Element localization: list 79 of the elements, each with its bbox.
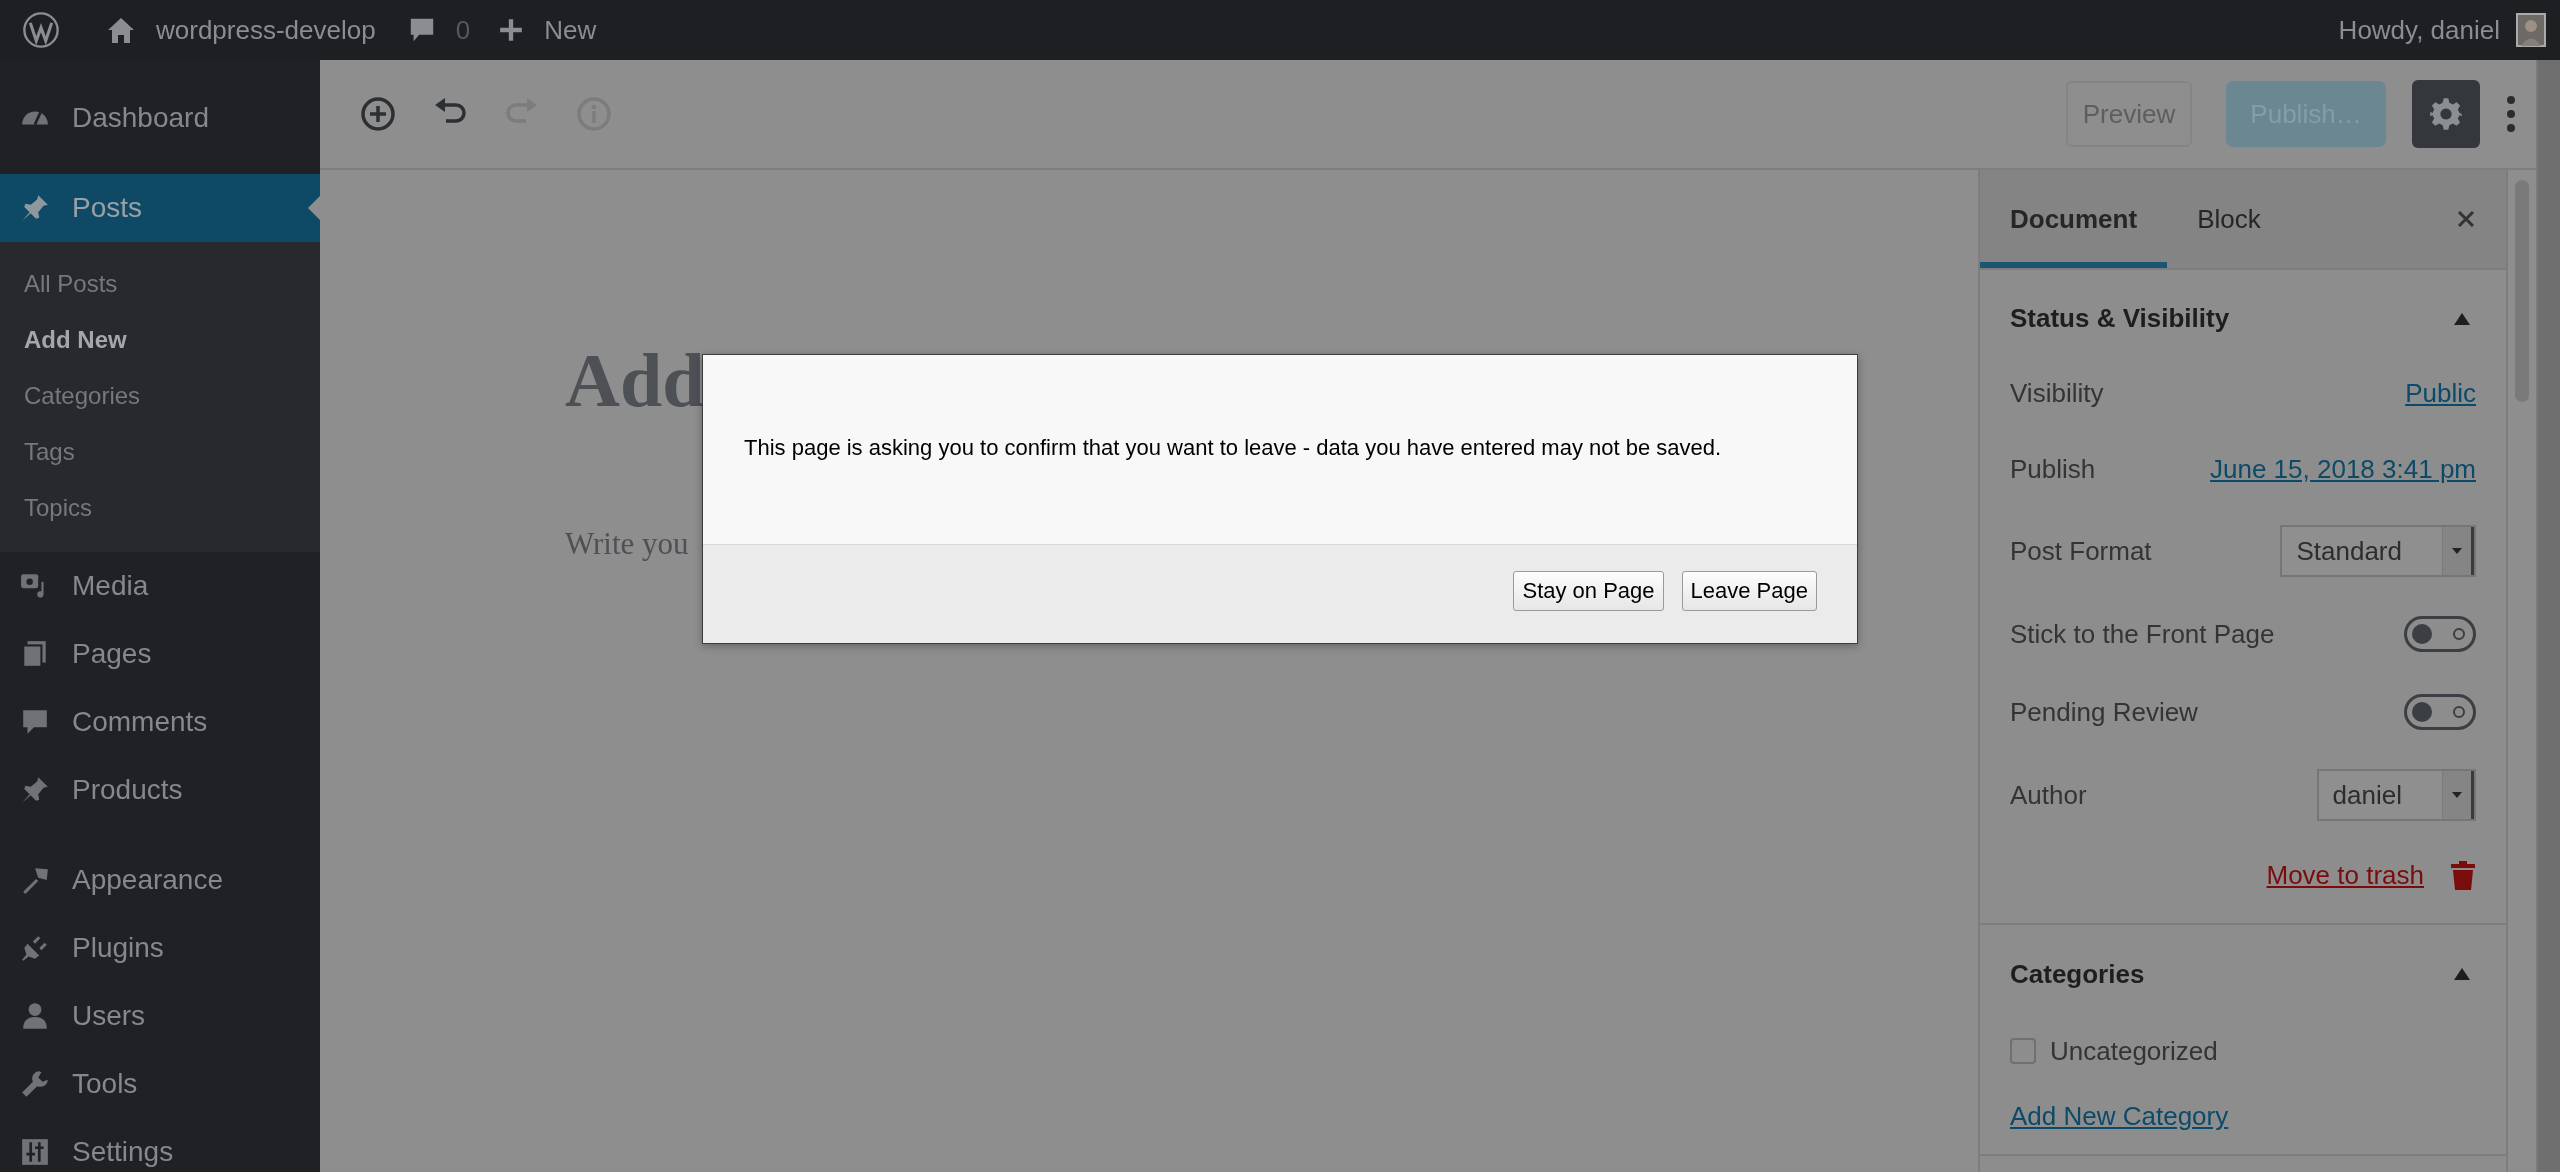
pushpin-icon — [20, 193, 50, 223]
menu-label: Posts — [72, 192, 143, 224]
setting-label: Publish — [2010, 453, 2096, 485]
menu-label: Media — [72, 570, 149, 602]
pushpin-icon — [20, 775, 50, 805]
submenu-item[interactable]: Add New — [0, 312, 320, 368]
dropdown[interactable]: daniel — [2316, 769, 2476, 821]
add-category-link[interactable]: Add New Category — [2010, 1101, 2229, 1132]
post-body-placeholder[interactable]: Write you — [565, 526, 689, 562]
site-name-link[interactable]: wordpress-develop — [156, 14, 376, 46]
menu-label: Comments — [72, 706, 208, 738]
submenu-item[interactable]: All Posts — [0, 256, 320, 312]
setting-link[interactable]: Public — [2405, 377, 2476, 409]
collapse-icon[interactable] — [2454, 312, 2470, 325]
move-to-trash-link[interactable]: Move to trash — [2266, 859, 2424, 891]
menu-label: Plugins — [72, 932, 164, 964]
new-link[interactable]: New — [544, 14, 597, 46]
setting-link[interactable]: June 15, 2018 3:41 pm — [2210, 453, 2476, 485]
sidebar-tab[interactable]: Block — [2167, 170, 2291, 268]
dialog-message: This page is asking you to confirm that you want to leave - data you have entered may not be saved. — [744, 435, 1722, 460]
comment-count[interactable]: 0 — [455, 14, 471, 46]
menu-item[interactable]: Pages — [0, 620, 320, 688]
more-options-icon[interactable] — [2506, 94, 2516, 134]
setting-label: Pending Review — [2010, 696, 2198, 728]
setting-label: Author — [2010, 779, 2087, 811]
dialog-button[interactable]: Stay on Page — [1513, 571, 1664, 611]
menu-label: Settings — [72, 1136, 174, 1168]
submenu-item[interactable]: Tags — [0, 424, 320, 480]
submenu-item[interactable]: Categories — [0, 368, 320, 424]
setting-label: Visibility — [2010, 377, 2104, 409]
wrench-icon — [20, 1069, 50, 1099]
caret-icon — [2452, 548, 2462, 554]
menu-item[interactable]: Users — [0, 982, 320, 1050]
plug-icon — [20, 933, 50, 963]
close-icon[interactable] — [2456, 209, 2476, 229]
menu-label: Dashboard — [72, 102, 209, 134]
wordpress-logo-icon[interactable] — [22, 11, 60, 49]
menu-item[interactable]: Appearance — [0, 846, 320, 914]
caret-icon — [2452, 792, 2462, 798]
setting-label: Stick to the Front Page — [2010, 618, 2275, 650]
post-title[interactable]: Add — [565, 338, 705, 422]
panel-title[interactable]: Status & Visibility — [2010, 303, 2230, 334]
menu-label: Appearance — [72, 864, 223, 896]
menu-label: Tools — [72, 1068, 138, 1100]
sliders-icon — [20, 1137, 50, 1167]
menu-item[interactable]: Settings — [0, 1118, 320, 1172]
scrollbar[interactable] — [2536, 60, 2560, 1172]
menu-item[interactable]: Tools — [0, 1050, 320, 1118]
brush-icon — [20, 865, 50, 895]
toggle-switch[interactable] — [2404, 694, 2476, 730]
dropdown[interactable]: Standard — [2280, 525, 2476, 577]
menu-item[interactable]: Media — [0, 552, 320, 620]
gear-icon — [2428, 96, 2464, 132]
home-icon — [106, 15, 136, 45]
settings-button[interactable] — [2412, 80, 2480, 148]
checkbox[interactable] — [2010, 1038, 2036, 1064]
menu-label: Users — [72, 1000, 146, 1032]
dialog-button[interactable]: Leave Page — [1681, 571, 1817, 611]
greeting-link[interactable]: Howdy, daniel — [2338, 14, 2500, 46]
submenu-item[interactable]: Topics — [0, 480, 320, 536]
current-item-marker — [308, 196, 320, 220]
menu-item[interactable]: Posts — [0, 174, 320, 242]
plus-icon — [498, 17, 525, 43]
panel-title[interactable]: Categories — [2010, 958, 2145, 990]
menu-item[interactable]: Plugins — [0, 914, 320, 982]
trash-icon[interactable] — [2450, 859, 2476, 891]
toggle-switch[interactable] — [2404, 616, 2476, 652]
collapse-icon[interactable] — [2454, 968, 2470, 980]
category-label[interactable]: Uncategorized — [2050, 1035, 2218, 1067]
menu-item[interactable]: Dashboard — [0, 84, 320, 152]
user-icon — [20, 1001, 50, 1031]
sidebar-tab[interactable]: Document — [1980, 170, 2168, 268]
menu-item[interactable]: Products — [0, 756, 320, 824]
add-block-icon[interactable] — [360, 96, 396, 132]
menu-label: Pages — [72, 638, 152, 670]
menu-label: Products — [72, 774, 183, 806]
avatar-icon[interactable] — [2516, 12, 2546, 48]
menu-item[interactable]: Comments — [0, 688, 320, 756]
setting-label: Post Format — [2010, 535, 2152, 567]
